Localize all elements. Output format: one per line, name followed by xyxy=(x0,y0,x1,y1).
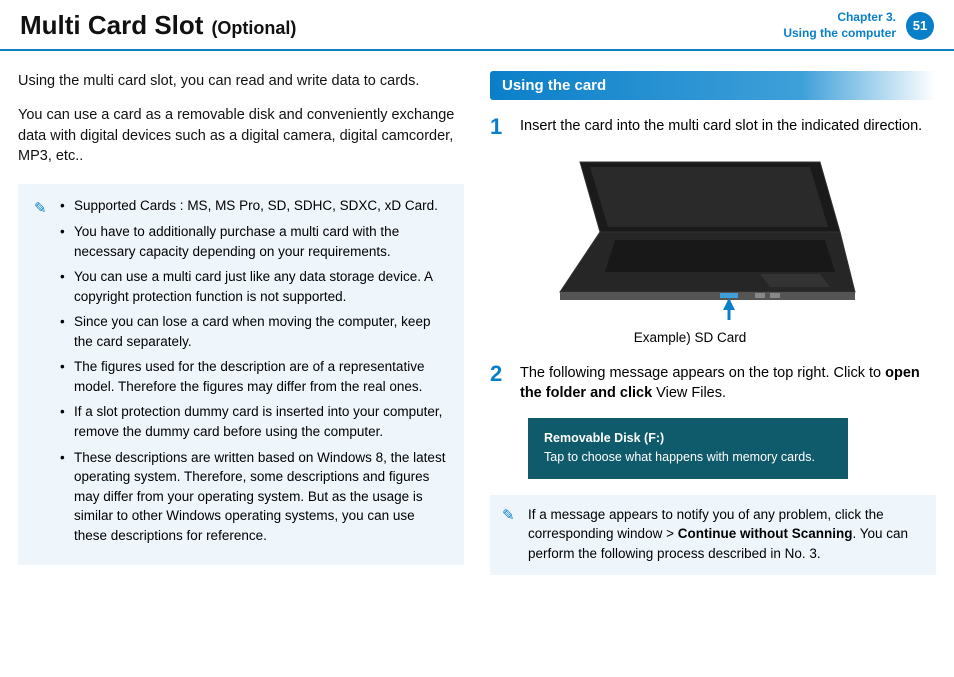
content-columns: Using the multi card slot, you can read … xyxy=(0,51,954,575)
laptop-figure xyxy=(520,152,860,322)
page-title: Multi Card Slot xyxy=(20,10,203,41)
pencil-icon: ✎ xyxy=(502,505,515,527)
list-item: Since you can lose a card when moving th… xyxy=(60,312,448,351)
chapter-line2: Using the computer xyxy=(783,26,896,42)
list-item: You can use a multi card just like any d… xyxy=(60,267,448,306)
step-2-text: The following message appears on the top… xyxy=(520,363,936,404)
toast-body: Tap to choose what happens with memory c… xyxy=(544,449,832,467)
chapter-line1: Chapter 3. xyxy=(783,10,896,26)
list-item: Supported Cards : MS, MS Pro, SD, SDHC, … xyxy=(60,196,448,216)
step-number: 1 xyxy=(490,116,508,138)
list-item: These descriptions are written based on … xyxy=(60,448,448,546)
note-2-text: If a message appears to notify you of an… xyxy=(504,505,922,564)
toast-title: Removable Disk (F:) xyxy=(544,430,832,448)
notes-box: ✎ Supported Cards : MS, MS Pro, SD, SDHC… xyxy=(18,184,464,565)
laptop-icon xyxy=(520,152,860,322)
note-2-bold: Continue without Scanning xyxy=(678,526,853,541)
section-heading: Using the card xyxy=(490,71,936,100)
notification-toast: Removable Disk (F:) Tap to choose what h… xyxy=(528,418,848,479)
list-item: You have to additionally purchase a mult… xyxy=(60,222,448,261)
step-1-text: Insert the card into the multi card slot… xyxy=(520,116,936,138)
right-column: Using the card 1 Insert the card into th… xyxy=(490,71,936,575)
intro-paragraph-1: Using the multi card slot, you can read … xyxy=(18,71,464,91)
note-box-2: ✎ If a message appears to notify you of … xyxy=(490,495,936,576)
page-number: 51 xyxy=(913,18,927,33)
step-1: 1 Insert the card into the multi card sl… xyxy=(490,116,936,138)
intro-paragraph-2: You can use a card as a removable disk a… xyxy=(18,105,464,166)
pencil-icon: ✎ xyxy=(34,198,47,220)
list-item: If a slot protection dummy card is inser… xyxy=(60,402,448,441)
page-header: Multi Card Slot (Optional) Chapter 3. Us… xyxy=(0,0,954,51)
chapter-label: Chapter 3. Using the computer xyxy=(783,10,896,41)
list-item: The figures used for the description are… xyxy=(60,357,448,396)
title-block: Multi Card Slot (Optional) xyxy=(20,10,296,41)
step-2-post: View Files. xyxy=(652,385,726,401)
figure-caption: Example) SD Card xyxy=(520,330,860,345)
step-number: 2 xyxy=(490,363,508,404)
step-2: 2 The following message appears on the t… xyxy=(490,363,936,404)
step-2-pre: The following message appears on the top… xyxy=(520,365,885,381)
header-right: Chapter 3. Using the computer 51 xyxy=(783,10,934,41)
left-column: Using the multi card slot, you can read … xyxy=(18,71,464,575)
page-subtitle: (Optional) xyxy=(211,18,296,39)
page-number-badge: 51 xyxy=(906,12,934,40)
notes-list: ✎ Supported Cards : MS, MS Pro, SD, SDHC… xyxy=(34,196,448,545)
